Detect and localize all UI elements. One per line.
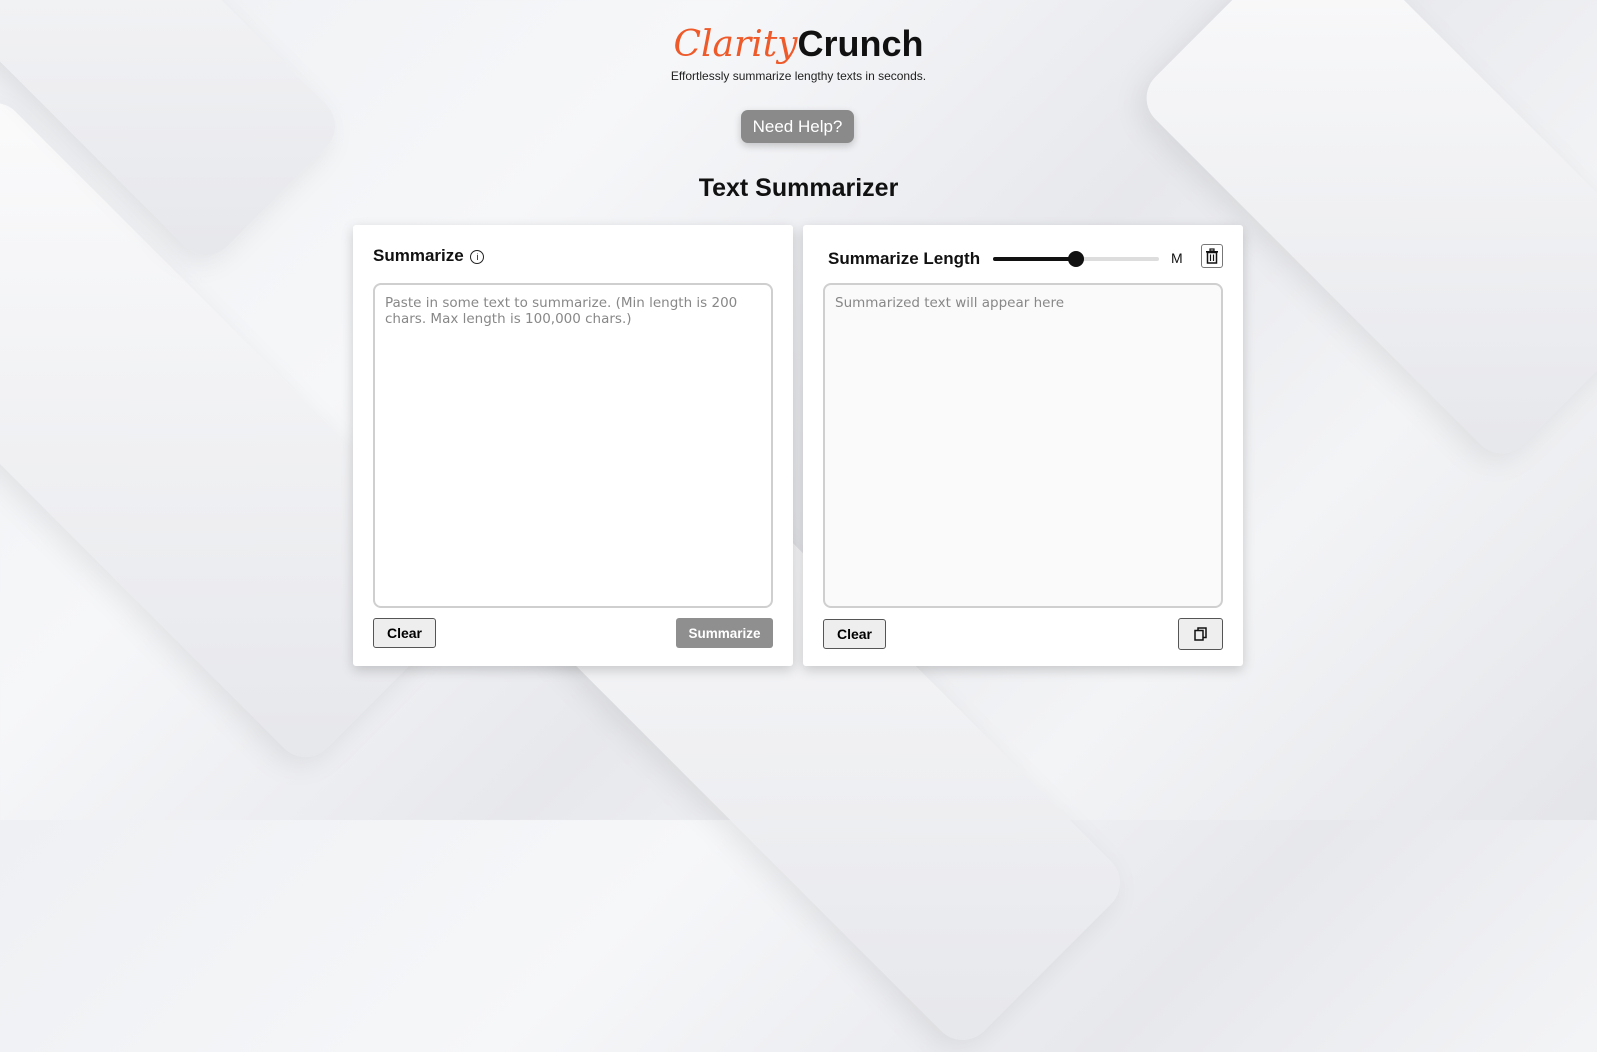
length-slider-handle[interactable]	[1068, 251, 1084, 267]
delete-button[interactable]	[1201, 244, 1223, 268]
summarize-button[interactable]: Summarize	[676, 618, 773, 648]
trash-icon	[1206, 248, 1218, 264]
logo-crunch: Crunch	[797, 23, 924, 64]
input-panel-title: Summarize i	[373, 246, 485, 266]
info-icon[interactable]: i	[470, 249, 485, 264]
app-header: ClarityCrunch Effortlessly summarize len…	[0, 22, 1597, 83]
logo: ClarityCrunch	[0, 22, 1597, 67]
copy-icon	[1194, 627, 1207, 641]
summarize-length-label: Summarize Length	[828, 249, 981, 268]
output-panel: Summarize Length M Clear	[803, 225, 1243, 666]
length-slider[interactable]	[993, 251, 1159, 267]
need-help-button[interactable]: Need Help?	[741, 110, 854, 143]
copy-button[interactable]	[1178, 618, 1223, 650]
page-title: Text Summarizer	[698, 174, 899, 202]
length-slider-fill	[993, 257, 1076, 261]
logo-clarity: Clarity	[673, 24, 798, 65]
input-textarea[interactable]	[373, 283, 773, 608]
input-panel-title-text: Summarize	[373, 246, 464, 265]
tagline: Effortlessly summarize lengthy texts in …	[670, 69, 927, 83]
output-textarea[interactable]	[823, 283, 1223, 608]
length-value: M	[1171, 250, 1183, 266]
input-clear-button[interactable]: Clear	[373, 618, 436, 648]
input-panel: Summarize i Clear Summarize	[353, 225, 793, 666]
output-clear-button[interactable]: Clear	[823, 619, 886, 649]
